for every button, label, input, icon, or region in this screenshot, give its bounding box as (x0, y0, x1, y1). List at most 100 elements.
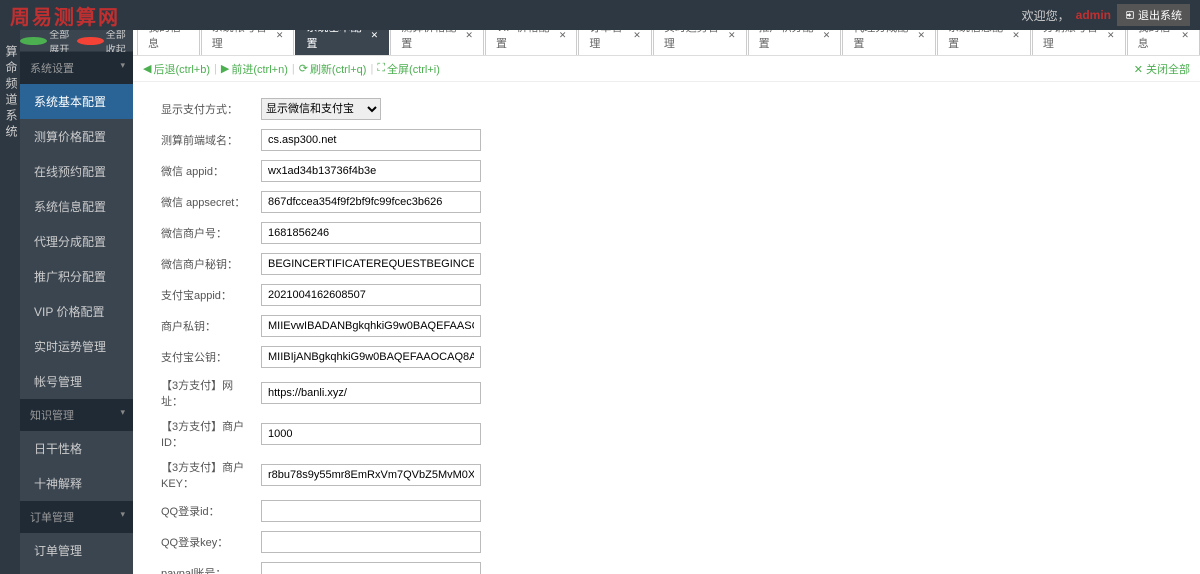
form-input[interactable] (261, 191, 481, 213)
close-icon[interactable]: ✕ (1107, 30, 1115, 41)
form-input[interactable] (261, 423, 481, 445)
close-all-link[interactable]: ✕ 关闭全部 (1134, 61, 1190, 77)
form-label: 测算前端域名： (161, 132, 261, 148)
form-input[interactable] (261, 253, 481, 275)
tab[interactable]: 订单管理✕ (578, 30, 651, 55)
back-link[interactable]: ◀ 后退(ctrl+b) (143, 61, 210, 77)
tab[interactable]: 实时运势管理✕ (653, 30, 747, 55)
sidebar-item[interactable]: 日干性格 (20, 431, 133, 466)
form-label: QQ登录id： (161, 503, 261, 519)
form-label: 显示支付方式： (161, 101, 261, 117)
tab[interactable]: 代理分成配置✕ (842, 30, 936, 55)
tab[interactable]: 系统帐号管理✕ (201, 30, 295, 55)
tab[interactable]: 测算价格配置✕ (390, 30, 484, 55)
form-area: 显示支付方式：显示微信和支付宝测算前端域名：微信 appid：微信 appsec… (133, 82, 1200, 574)
close-icon[interactable]: ✕ (918, 30, 926, 41)
topbar: 周易测算网 欢迎您， admin 退出系统 (0, 0, 1200, 30)
sidebar-item[interactable]: 系统信息配置 (20, 189, 133, 224)
sidebar-item[interactable]: 系统基本配置 (20, 84, 133, 119)
form-input[interactable] (261, 500, 481, 522)
tab[interactable]: 系统信息配置✕ (937, 30, 1031, 55)
form-row: 微信 appsecret： (161, 191, 1172, 213)
sidebar-item[interactable]: 十神解释 (20, 466, 133, 501)
sidebar-item[interactable]: 在线预约配置 (20, 154, 133, 189)
form-label: 微信 appsecret： (161, 194, 261, 210)
form-input[interactable] (261, 284, 481, 306)
close-icon[interactable]: ✕ (371, 30, 379, 41)
form-input[interactable] (261, 315, 481, 337)
form-row: 商户私钥： (161, 315, 1172, 337)
form-label: 微信商户号： (161, 225, 261, 241)
close-icon[interactable]: ✕ (1012, 30, 1020, 41)
close-icon[interactable]: ✕ (1181, 30, 1189, 41)
tab[interactable]: 分销账号管理✕ (1032, 30, 1126, 55)
form-input[interactable] (261, 346, 481, 368)
fullscreen-link[interactable]: ⛶ 全屏(ctrl+i) (377, 61, 440, 77)
form-label: QQ登录key： (161, 534, 261, 550)
form-label: 支付宝公钥： (161, 349, 261, 365)
form-label: 【3方支付】商户KEY： (161, 459, 261, 491)
form-label: 【3方支付】网址： (161, 377, 261, 409)
form-row: 微信 appid： (161, 160, 1172, 182)
expand-icon (20, 37, 47, 45)
tabs-bar: 我的信息系统帐号管理✕系统基本配置✕测算价格配置✕VIP 价格配置✕订单管理✕实… (133, 30, 1200, 56)
close-icon[interactable]: ✕ (633, 30, 641, 41)
tab[interactable]: 推广积分配置✕ (748, 30, 842, 55)
close-icon[interactable]: ✕ (559, 30, 567, 41)
tab[interactable]: 系统基本配置✕ (295, 30, 389, 55)
sidebar-item[interactable]: 订单导出 (20, 568, 133, 574)
close-icon[interactable]: ✕ (823, 30, 831, 41)
form-input[interactable] (261, 562, 481, 574)
form-label: 【3方支付】商户ID： (161, 418, 261, 450)
username: admin (1076, 8, 1111, 22)
tab[interactable]: VIP 价格配置✕ (485, 30, 577, 55)
form-row: 测算前端域名： (161, 129, 1172, 151)
close-icon[interactable]: ✕ (276, 30, 284, 41)
form-row: 【3方支付】商户KEY： (161, 459, 1172, 491)
sidebar-item[interactable]: VIP 价格配置 (20, 294, 133, 329)
refresh-link[interactable]: ⟳ 刷新(ctrl+q) (299, 61, 367, 77)
form-row: 微信商户秘钥： (161, 253, 1172, 275)
form-row: 支付宝公钥： (161, 346, 1172, 368)
tab[interactable]: 我的信息 (137, 30, 200, 55)
form-label: 商户私钥： (161, 318, 261, 334)
toolbar: ◀ 后退(ctrl+b) | ▶ 前进(ctrl+n) | ⟳ 刷新(ctrl+… (133, 56, 1200, 82)
form-label: 微信 appid： (161, 163, 261, 179)
form-input[interactable] (261, 464, 481, 486)
tab[interactable]: 我的信息✕ (1127, 30, 1200, 55)
form-input[interactable] (261, 160, 481, 182)
sidebar-group-head[interactable]: 系统设置 (20, 52, 133, 84)
sidebar-item[interactable]: 推广积分配置 (20, 259, 133, 294)
collapse-icon (77, 37, 104, 45)
sidebar-item[interactable]: 代理分成配置 (20, 224, 133, 259)
sidebar-item[interactable]: 帐号管理 (20, 364, 133, 399)
logout-icon (1125, 10, 1135, 20)
sidebar-item[interactable]: 订单管理 (20, 533, 133, 568)
expand-all[interactable]: 全部展开 (20, 30, 77, 51)
form-input[interactable] (261, 382, 481, 404)
sidebar-item[interactable]: 实时运势管理 (20, 329, 133, 364)
form-row: 显示支付方式：显示微信和支付宝 (161, 98, 1172, 120)
vertical-sidebar-label: 算命频道系统 (0, 30, 20, 574)
collapse-all[interactable]: 全部收起 (77, 30, 134, 51)
welcome-text: 欢迎您， (1022, 7, 1070, 24)
form-row: QQ登录id： (161, 500, 1172, 522)
form-label: paypal账号： (161, 565, 261, 574)
form-select[interactable]: 显示微信和支付宝 (261, 98, 381, 120)
sidebar-group-head[interactable]: 知识管理 (20, 399, 133, 431)
forward-link[interactable]: ▶ 前进(ctrl+n) (221, 61, 288, 77)
form-row: paypal账号： (161, 562, 1172, 574)
form-row: 【3方支付】网址： (161, 377, 1172, 409)
close-icon[interactable]: ✕ (465, 30, 473, 41)
form-label: 微信商户秘钥： (161, 256, 261, 272)
form-row: 【3方支付】商户ID： (161, 418, 1172, 450)
sidebar-item[interactable]: 测算价格配置 (20, 119, 133, 154)
sidebar: 全部展开 全部收起 系统设置系统基本配置测算价格配置在线预约配置系统信息配置代理… (20, 30, 133, 574)
form-input[interactable] (261, 222, 481, 244)
sidebar-group-head[interactable]: 订单管理 (20, 501, 133, 533)
logout-button[interactable]: 退出系统 (1117, 4, 1190, 26)
close-icon[interactable]: ✕ (728, 30, 736, 41)
form-input[interactable] (261, 129, 481, 151)
form-row: 支付宝appid： (161, 284, 1172, 306)
form-input[interactable] (261, 531, 481, 553)
